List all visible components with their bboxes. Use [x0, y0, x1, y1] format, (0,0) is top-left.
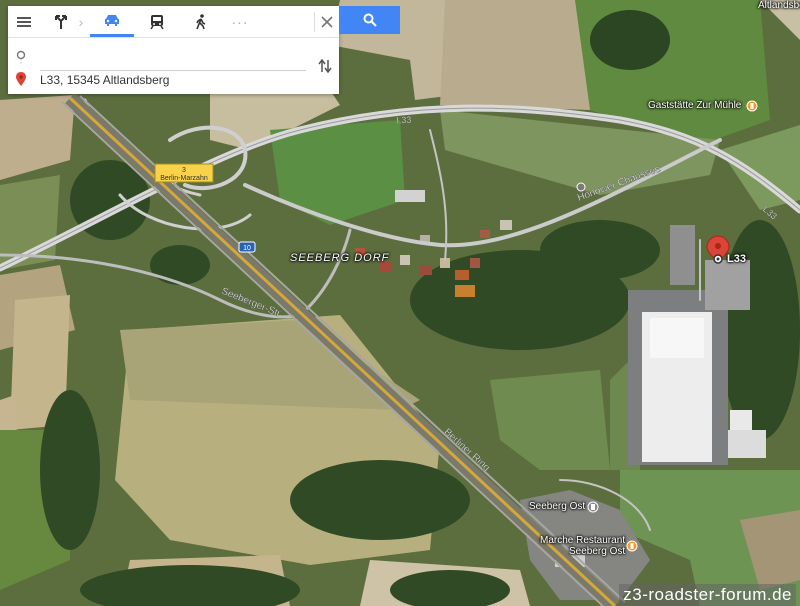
- marche-restaurant-label-line2[interactable]: Seeberg Ost: [569, 546, 625, 557]
- search-icon: [363, 13, 377, 27]
- motorway-exit-sign: 3 Berlin-Marzahn: [154, 163, 214, 183]
- toolbar-divider: [314, 12, 315, 32]
- search-button[interactable]: [339, 6, 400, 34]
- service-station-icon[interactable]: [587, 501, 599, 513]
- gaststaette-label[interactable]: Gaststätte Zur Mühle: [648, 100, 741, 111]
- restaurant-icon[interactable]: [626, 540, 638, 552]
- swap-icon: [318, 59, 332, 73]
- train-icon: [150, 14, 164, 29]
- watermark: z3-roadster-forum.de: [619, 584, 796, 606]
- chevron-right-icon: ›: [78, 13, 84, 30]
- origin-circle-icon: [16, 50, 26, 64]
- mode-walking-button[interactable]: [186, 6, 216, 37]
- car-icon: [105, 15, 119, 26]
- autobahn-number: 10: [243, 245, 251, 252]
- pin-label[interactable]: L33: [727, 253, 746, 265]
- mode-best-route-button[interactable]: [46, 6, 76, 37]
- origin-row: [8, 45, 339, 71]
- destination-input[interactable]: L33, 15345 Altlandsberg: [40, 72, 312, 94]
- more-icon: ···: [231, 13, 249, 30]
- exit-name: Berlin-Marzahn: [160, 175, 208, 182]
- seeberg-dorf-label: SEEBERG DORF: [290, 252, 390, 264]
- directions-toolbar: › ···: [8, 6, 339, 38]
- marche-restaurant-label-line1[interactable]: Marche Restaurant: [540, 535, 625, 546]
- destination-pin-icon: [16, 72, 26, 86]
- mode-transit-button[interactable]: [142, 6, 172, 37]
- menu-button[interactable]: [12, 6, 36, 37]
- swap-button[interactable]: [314, 56, 336, 76]
- altlandsberg-label: Altlandsberg: [758, 0, 800, 11]
- autobahn-shield: 10: [238, 241, 256, 253]
- directions-panel: › ··· L33, 15345 Altlandsberg: [8, 6, 339, 94]
- restaurant-icon[interactable]: [746, 100, 758, 112]
- mode-more-button[interactable]: ···: [226, 6, 254, 37]
- destination-row: L33, 15345 Altlandsberg: [8, 69, 339, 93]
- close-icon: [321, 15, 333, 28]
- walk-icon: [196, 13, 206, 29]
- mode-driving-button[interactable]: [90, 6, 134, 37]
- close-button[interactable]: [316, 6, 338, 37]
- seeberg-ost-label[interactable]: Seeberg Ost: [529, 501, 585, 512]
- l33-road-label: L33: [396, 114, 412, 125]
- origin-input[interactable]: [40, 46, 312, 68]
- menu-icon: [17, 16, 31, 27]
- directions-icon: [55, 14, 67, 29]
- exit-number: 3: [182, 167, 186, 174]
